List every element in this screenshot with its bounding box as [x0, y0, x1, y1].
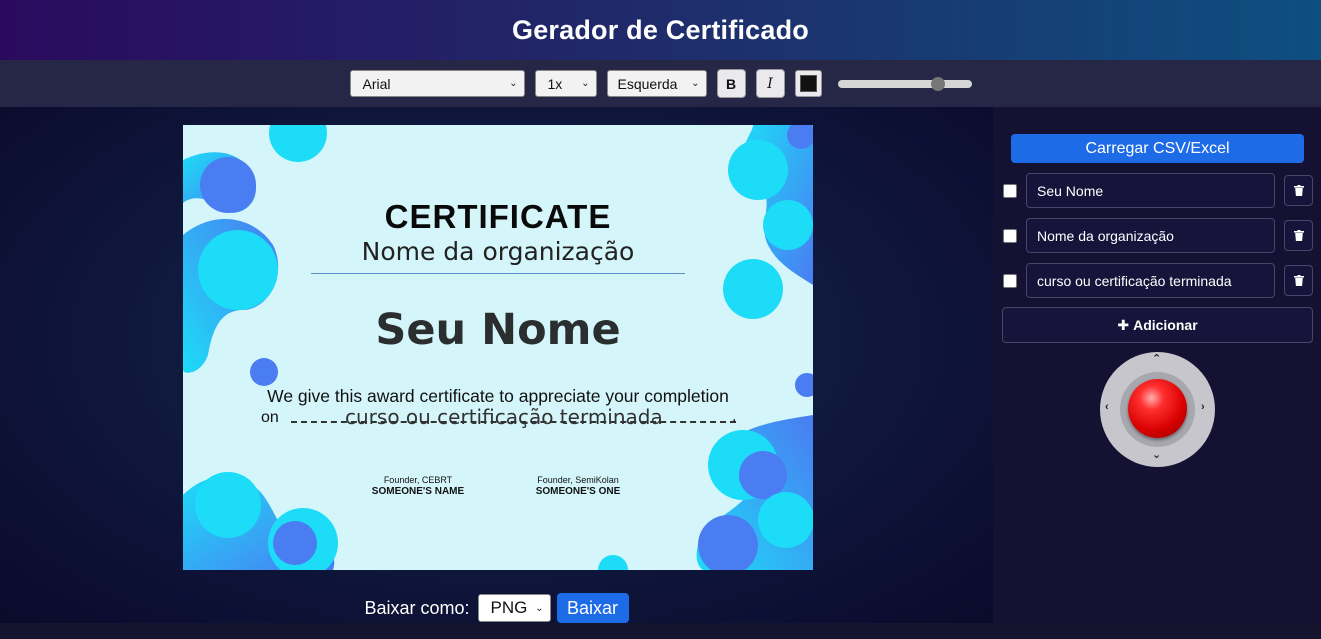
certificate-body-text: We give this award certificate to apprec… — [267, 386, 729, 406]
field-checkbox[interactable] — [1003, 229, 1017, 243]
format-select[interactable]: PNG ⌄ — [477, 594, 551, 622]
arrow-left-icon[interactable]: ‹ — [1105, 401, 1109, 413]
chevron-down-icon: ⌄ — [581, 78, 590, 89]
font-select-value: Arial — [362, 75, 391, 92]
certificate-recipient-name[interactable]: Seu Nome — [183, 305, 813, 355]
period: . — [732, 408, 737, 425]
signature-1-title: Founder, CEBRT — [383, 475, 453, 485]
arrow-down-icon[interactable]: ⌄ — [1152, 448, 1161, 461]
chevron-down-icon: ⌄ — [509, 78, 518, 89]
color-picker[interactable] — [794, 70, 822, 97]
certificate-title: CERTIFICATE — [384, 198, 612, 235]
chevron-down-icon: ⌄ — [691, 78, 700, 89]
field-row: curso ou certificação terminada — [1002, 263, 1313, 299]
arrow-up-icon[interactable]: ⌃ — [1152, 352, 1161, 365]
field-input[interactable]: Seu Nome — [1026, 173, 1275, 208]
preview-area: CERTIFICATE Nome da organização Seu Nome… — [0, 107, 993, 623]
sidebar: Carregar CSV/Excel Seu Nome Nome da orga… — [993, 107, 1321, 623]
bottom-strip — [0, 623, 1321, 639]
align-select-value: Esquerda — [617, 75, 678, 92]
page-title: Gerador de Certificado — [512, 14, 809, 45]
field-input[interactable]: curso ou certificação terminada — [1026, 263, 1275, 298]
bold-button[interactable]: B — [716, 69, 746, 98]
font-size-slider[interactable] — [837, 76, 972, 91]
certificate-course[interactable]: curso ou certificação terminada — [291, 405, 736, 429]
field-checkbox[interactable] — [1003, 184, 1017, 198]
field-row: Seu Nome — [1002, 173, 1313, 209]
signature-1-name: SOMEONE'S NAME — [371, 486, 465, 497]
download-label: Baixar como: — [364, 597, 470, 618]
toolbar: Arial ⌄ 1x ⌄ Esquerda ⌄ B I — [0, 60, 1321, 107]
certificate-on-label: on — [261, 409, 279, 426]
align-select[interactable]: Esquerda ⌄ — [606, 70, 707, 97]
slider-thumb[interactable] — [931, 76, 946, 91]
plus-icon: ✚ — [1117, 316, 1130, 333]
download-button[interactable]: Baixar — [556, 593, 629, 623]
signature-2-name: SOMEONE'S ONE — [535, 486, 621, 497]
download-bar: Baixar como: PNG ⌄ Baixar — [0, 593, 993, 623]
size-select-value: 1x — [547, 75, 563, 92]
upload-csv-button[interactable]: Carregar CSV/Excel — [1011, 134, 1304, 163]
signature-1: Founder, CEBRT SOMEONE'S NAME — [368, 475, 468, 497]
color-swatch — [799, 75, 817, 92]
add-field-label: Adicionar — [1133, 317, 1198, 333]
trash-icon — [1293, 185, 1304, 196]
trash-icon — [1293, 275, 1304, 286]
signature-2-title: Founder, SemiKolan — [537, 475, 619, 485]
joystick-control[interactable]: ⌃ ⌄ ‹ › — [1100, 352, 1215, 467]
trash-icon — [1293, 230, 1304, 241]
chevron-down-icon: ⌄ — [535, 602, 544, 614]
certificate-canvas[interactable]: CERTIFICATE Nome da organização Seu Nome… — [183, 125, 813, 570]
format-select-value: PNG — [490, 598, 528, 617]
delete-button[interactable] — [1284, 175, 1313, 206]
font-select[interactable]: Arial ⌄ — [349, 70, 525, 97]
delete-button[interactable] — [1284, 220, 1313, 251]
app-header: Gerador de Certificado — [0, 0, 1321, 60]
add-field-button[interactable]: ✚ Adicionar — [1002, 307, 1313, 343]
divider — [311, 273, 685, 274]
field-row: Nome da organização — [1002, 218, 1313, 254]
field-input[interactable]: Nome da organização — [1026, 218, 1275, 253]
certificate-organization[interactable]: Nome da organização — [183, 237, 813, 266]
delete-button[interactable] — [1284, 265, 1313, 296]
size-select[interactable]: 1x ⌄ — [534, 70, 597, 97]
signature-2: Founder, SemiKolan SOMEONE'S ONE — [523, 475, 633, 497]
field-checkbox[interactable] — [1003, 274, 1017, 288]
joystick-knob[interactable] — [1128, 379, 1187, 438]
arrow-right-icon[interactable]: › — [1201, 401, 1205, 413]
italic-button[interactable]: I — [755, 69, 785, 98]
